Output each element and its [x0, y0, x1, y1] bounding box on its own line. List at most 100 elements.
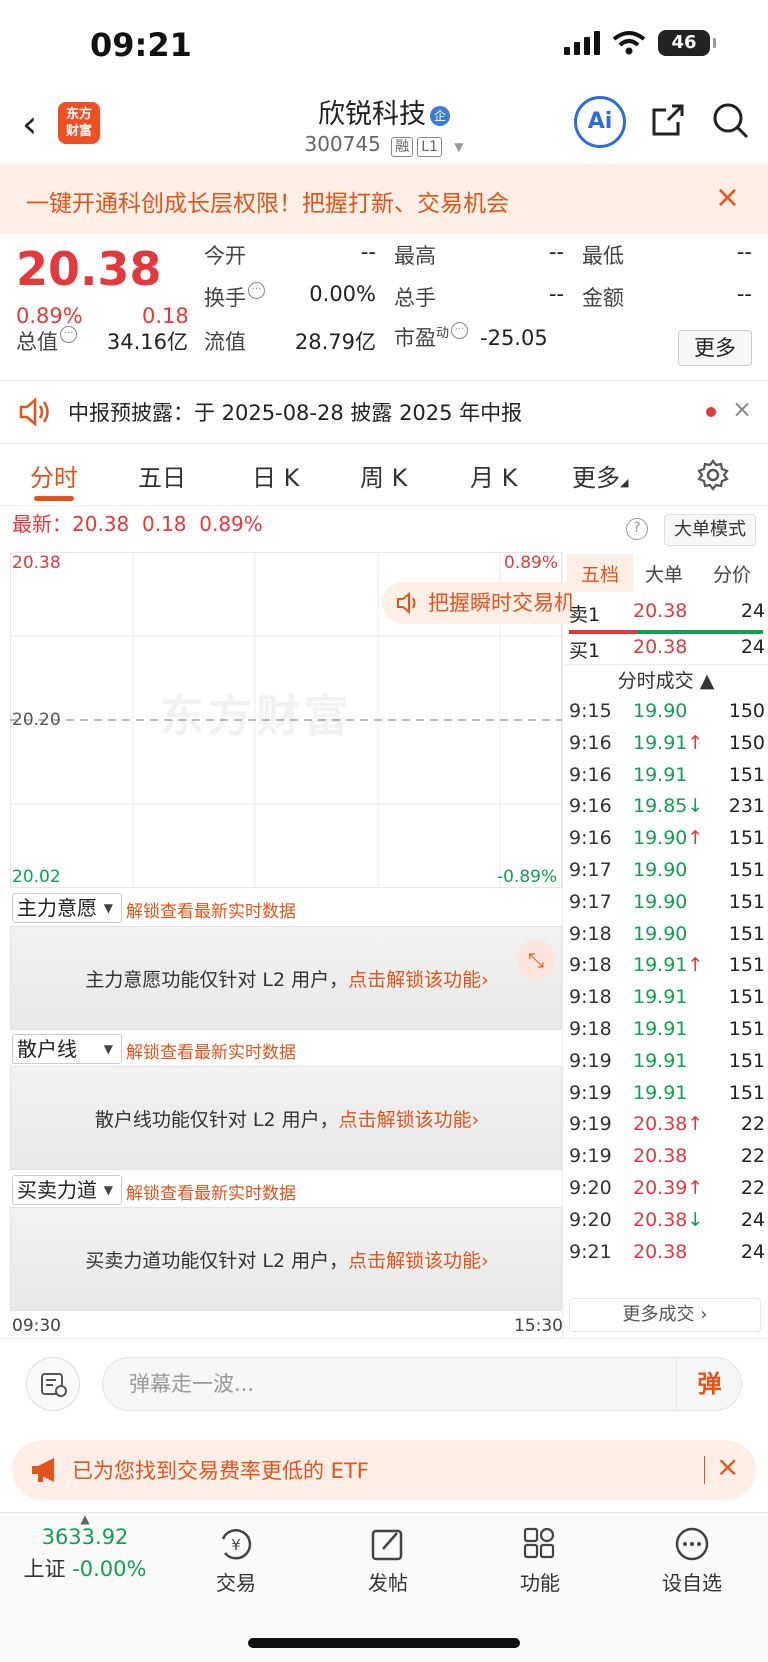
tick-time: 9:19: [569, 1145, 612, 1168]
tick-time: 9:16: [569, 827, 612, 850]
unlock-feature-link[interactable]: 点击解锁该功能›: [348, 1250, 489, 1272]
nav-post[interactable]: 发帖: [328, 1527, 448, 1596]
danmu-send-button[interactable]: 弹: [676, 1357, 742, 1411]
index-line: 上证 -0.00%: [23, 1557, 147, 1581]
tick-time: 9:20: [569, 1208, 612, 1231]
more-button[interactable]: 更多: [678, 330, 752, 366]
close-icon[interactable]: ×: [732, 395, 752, 423]
tick-time: 9:18: [569, 922, 612, 945]
buy1-price: 20.38: [633, 636, 688, 658]
close-icon[interactable]: ×: [716, 1450, 739, 1483]
wifi-icon: [612, 31, 646, 55]
nav-functions[interactable]: 功能: [480, 1527, 600, 1596]
nav-trade[interactable]: ¥ 交易: [176, 1527, 296, 1596]
field-value: 0.00%: [309, 282, 376, 306]
ticks-title[interactable]: 分时成交 ▲: [563, 666, 768, 693]
divider: [563, 664, 768, 665]
latest-line: 最新：20.38 0.18 0.89%: [12, 508, 263, 537]
tick-row: 9:18 19.91 151: [569, 1018, 765, 1052]
tab-monthly-k[interactable]: 月 K: [470, 458, 517, 493]
info-icon[interactable]: ···: [248, 282, 265, 299]
index-ticker[interactable]: ▲ 3633.92 上证 -0.00%: [10, 1513, 160, 1603]
tab-more[interactable]: 更多◢: [572, 458, 628, 493]
tab-daily-k[interactable]: 日 K: [252, 458, 299, 493]
tick-price: 19.91: [633, 986, 688, 1009]
tick-price: 19.90: [633, 700, 688, 722]
unlock-link[interactable]: 解锁查看最新实时数据: [126, 897, 296, 922]
info-icon[interactable]: ···: [451, 322, 469, 339]
tick-row: 9:19 19.91 151: [569, 1082, 765, 1116]
danmu-input[interactable]: 弹幕走一波...: [102, 1357, 742, 1411]
expand-icon[interactable]: ⤡: [516, 940, 556, 980]
unlock-link[interactable]: 解锁查看最新实时数据: [126, 1038, 296, 1063]
nav-bar: ‹ 东方 财富 欣锐科技企 300745 融 L1 ▼ Ai: [0, 90, 768, 164]
tab-big-orders[interactable]: 大单: [645, 560, 683, 587]
tick-time: 9:18: [569, 954, 612, 977]
field-label: 总值 ···: [16, 326, 77, 356]
arrow-up-icon: ↑: [687, 731, 704, 754]
more-circle-icon: [675, 1527, 709, 1561]
etf-banner[interactable]: 已为您找到交易费率更低的 ETF ×: [12, 1440, 756, 1500]
unlock-feature-link[interactable]: 点击解锁该功能›: [348, 969, 489, 991]
indicator-select[interactable]: 买卖力道 ▼: [12, 1175, 122, 1205]
tick-row: 9:19 20.38 22: [569, 1145, 765, 1179]
notice-bar[interactable]: 中报预披露：于 2025-08-28 披露 2025 年中报 ×: [0, 380, 768, 444]
arrow-up-icon: ↑: [687, 1177, 704, 1199]
info-icon[interactable]: ···: [60, 326, 77, 343]
caret-up-icon: ▲: [80, 1512, 90, 1526]
search-icon[interactable]: [710, 100, 750, 140]
tick-time: 9:20: [569, 1177, 612, 1199]
tab-weekly-k[interactable]: 周 K: [360, 458, 407, 493]
buy1-volume: 24: [740, 636, 765, 658]
tab-price-distribution[interactable]: 分价: [713, 560, 751, 587]
tick-time: 9:16: [569, 731, 612, 754]
help-icon[interactable]: ?: [626, 518, 648, 540]
unlock-link[interactable]: 解锁查看最新实时数据: [126, 1179, 296, 1204]
tick-price: 19.91↑: [633, 954, 704, 977]
promo-banner[interactable]: 一键开通科创成长层权限！把握打新、交易机会 ×: [0, 164, 768, 234]
locked-panel: 主力意愿功能仅针对 L2 用户，点击解锁该功能›: [10, 926, 562, 1030]
tick-time: 9:21: [569, 1240, 612, 1263]
latest-price: 20.38: [72, 512, 130, 536]
field-label: 金额: [582, 286, 624, 310]
more-ticks-button[interactable]: 更多成交 ›: [569, 1298, 761, 1332]
tab-five-day[interactable]: 五日: [138, 458, 186, 493]
signal-icon: [564, 31, 600, 55]
pill-text: 把握瞬时交易机会: [428, 591, 572, 615]
nav-add-watchlist[interactable]: 设自选: [632, 1527, 752, 1596]
tick-row: 9:17 19.90 151: [569, 859, 765, 893]
tab-intraday[interactable]: 分时: [30, 458, 78, 493]
latest-pct: 0.89%: [199, 512, 263, 536]
tick-price: 20.38: [633, 1240, 688, 1263]
speaker-icon: [19, 397, 49, 427]
tick-row: 9:19 20.38↑ 22: [569, 1113, 765, 1147]
pct-axis-low: -0.89%: [497, 867, 558, 887]
tick-time: 9:15: [569, 700, 612, 722]
ai-button[interactable]: Ai: [574, 96, 626, 148]
indicator-select[interactable]: 散户线 ▼: [12, 1034, 122, 1064]
field-value: -25.05: [480, 326, 548, 350]
tick-volume: 22: [740, 1113, 765, 1136]
big-order-mode-button[interactable]: 大单模式: [664, 514, 756, 546]
arrow-down-icon: ↓: [687, 1208, 704, 1231]
tick-volume: 151: [728, 986, 765, 1009]
field-value: 28.79亿: [294, 330, 376, 354]
tick-row: 9:20 20.39↑ 22: [569, 1177, 765, 1211]
close-icon[interactable]: ×: [715, 180, 740, 215]
tick-volume: 151: [728, 954, 765, 977]
tick-price: 19.85↓: [633, 795, 704, 818]
danmu-settings-icon[interactable]: [26, 1357, 80, 1411]
tab-five-levels[interactable]: 五档: [581, 560, 619, 587]
trade-opportunity-pill[interactable]: 把握瞬时交易机会: [382, 582, 572, 624]
tick-row: 9:18 19.90 151: [569, 923, 765, 957]
share-icon[interactable]: [648, 100, 688, 140]
y-axis-mid: 20.20: [12, 710, 61, 730]
field-label: 市盈动 ···: [394, 322, 469, 352]
tick-row: 9:16 19.85↓ 231: [569, 795, 765, 829]
gear-icon[interactable]: [696, 458, 730, 492]
indicator-select[interactable]: 主力意愿 ▼: [12, 893, 122, 923]
tick-row: 9:21 20.38 24: [569, 1241, 765, 1275]
field-label: 总手: [394, 286, 436, 310]
unlock-feature-link[interactable]: 点击解锁该功能›: [339, 1109, 480, 1131]
pct-axis-high: 0.89%: [504, 553, 559, 573]
